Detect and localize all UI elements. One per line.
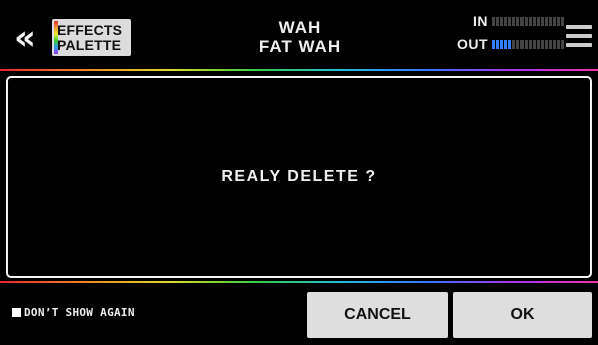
effect-name: FAT WAH (258, 37, 342, 56)
confirm-dialog: REALY DELETE ? (6, 76, 592, 278)
meter-segment (528, 39, 532, 49)
meter-segment (496, 39, 500, 49)
meter-segment (504, 16, 508, 26)
meter-segment (552, 16, 556, 26)
meter-segment (532, 39, 536, 49)
ok-button[interactable]: OK (453, 292, 592, 338)
meter-segment (536, 39, 540, 49)
header-bar: « EFFECTS PALETTE WAH FAT WAH IN OUT (0, 0, 598, 70)
meter-segment (512, 16, 516, 26)
meter-segment (544, 39, 548, 49)
header-divider (0, 69, 598, 71)
meter-segment (557, 16, 561, 26)
meter-segment (548, 39, 552, 49)
meter-segment (492, 39, 496, 49)
meter-segment (508, 16, 512, 26)
effect-title: WAH FAT WAH (200, 18, 400, 56)
meter-segment (512, 39, 516, 49)
meter-segment (540, 39, 544, 49)
hamburger-menu-icon (566, 25, 592, 29)
palette-label-line1: EFFECTS (57, 21, 123, 38)
meter-segment (492, 16, 496, 26)
meter-segment (536, 16, 540, 26)
meter-segment (520, 39, 524, 49)
cancel-button[interactable]: CANCEL (307, 292, 448, 338)
back-button[interactable]: « (14, 18, 42, 58)
dont-show-again-label: DON’T SHOW AGAIN (24, 306, 135, 319)
in-meter-row: IN (452, 13, 565, 29)
meter-segment (524, 16, 528, 26)
palette-label-line2: PALETTE (57, 36, 122, 53)
meter-segment (528, 16, 532, 26)
meter-segment (516, 16, 520, 26)
out-meter-row: OUT (452, 36, 565, 52)
footer-divider (0, 281, 598, 283)
meter-segment (500, 39, 504, 49)
meter-segment (540, 16, 544, 26)
meter-segment (552, 39, 556, 49)
menu-button[interactable] (566, 25, 592, 47)
out-meter-label: OUT (456, 36, 488, 52)
dialog-message: REALY DELETE ? (221, 168, 377, 185)
meter-segment (508, 39, 512, 49)
double-chevron-left-icon: « (14, 18, 36, 58)
out-level-meter (492, 39, 565, 49)
meter-segment (548, 16, 552, 26)
meter-segment (504, 39, 508, 49)
dont-show-again-toggle[interactable]: DON’T SHOW AGAIN (12, 306, 135, 319)
meter-segment (561, 39, 565, 49)
meter-segment (561, 16, 565, 26)
meter-segment (524, 39, 528, 49)
meter-segment (516, 39, 520, 49)
in-meter-label: IN (473, 13, 488, 29)
meter-segment (532, 16, 536, 26)
meter-segment (544, 16, 548, 26)
meter-segment (500, 16, 504, 26)
palette-rainbow-stripe (54, 21, 58, 54)
meter-segment (496, 16, 500, 26)
meter-segment (520, 16, 524, 26)
checkbox-icon[interactable] (12, 308, 21, 317)
in-level-meter (492, 16, 565, 26)
effect-category: WAH (278, 18, 322, 37)
effects-palette-button[interactable]: EFFECTS PALETTE (52, 19, 131, 56)
meter-segment (557, 39, 561, 49)
